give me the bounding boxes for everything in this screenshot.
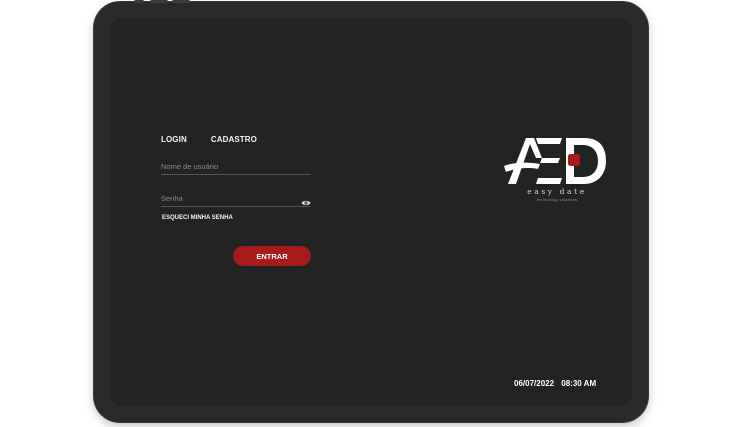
time-text: 08:30 AM: [561, 379, 597, 388]
tablet-hardware-button: [134, 0, 144, 3]
tablet-frame: LOGIN CADASTRO ESQUECI MINHA SENHA ENTRA…: [94, 0, 648, 422]
username-input[interactable]: [161, 157, 311, 176]
tablet-hardware-button: [150, 0, 168, 3]
stage: LOGIN CADASTRO ESQUECI MINHA SENHA ENTRA…: [0, 0, 749, 427]
tab-login[interactable]: LOGIN: [161, 135, 187, 144]
eye-icon[interactable]: [301, 194, 311, 206]
username-field-wrapper: [161, 156, 311, 176]
password-field-wrapper: [161, 188, 311, 208]
brand-name: easy date: [527, 187, 587, 196]
tablet-hardware-button: [172, 0, 190, 3]
enter-button[interactable]: ENTRAR: [233, 246, 311, 266]
brand-tagline: technology solutions: [536, 198, 578, 202]
login-screen: LOGIN CADASTRO ESQUECI MINHA SENHA ENTRA…: [110, 18, 632, 406]
date-text: 06/07/2022: [514, 379, 555, 388]
tab-cadastro[interactable]: CADASTRO: [211, 135, 257, 144]
password-input[interactable]: [161, 189, 311, 208]
forgot-password-link[interactable]: ESQUECI MINHA SENHA: [162, 215, 233, 221]
auth-tabs: LOGIN CADASTRO: [161, 135, 257, 144]
brand-logo: easy date technology solutions: [502, 132, 612, 206]
aed-logo-icon: [504, 138, 606, 184]
datetime-display: 06/07/2022 08:30 AM: [514, 379, 596, 388]
